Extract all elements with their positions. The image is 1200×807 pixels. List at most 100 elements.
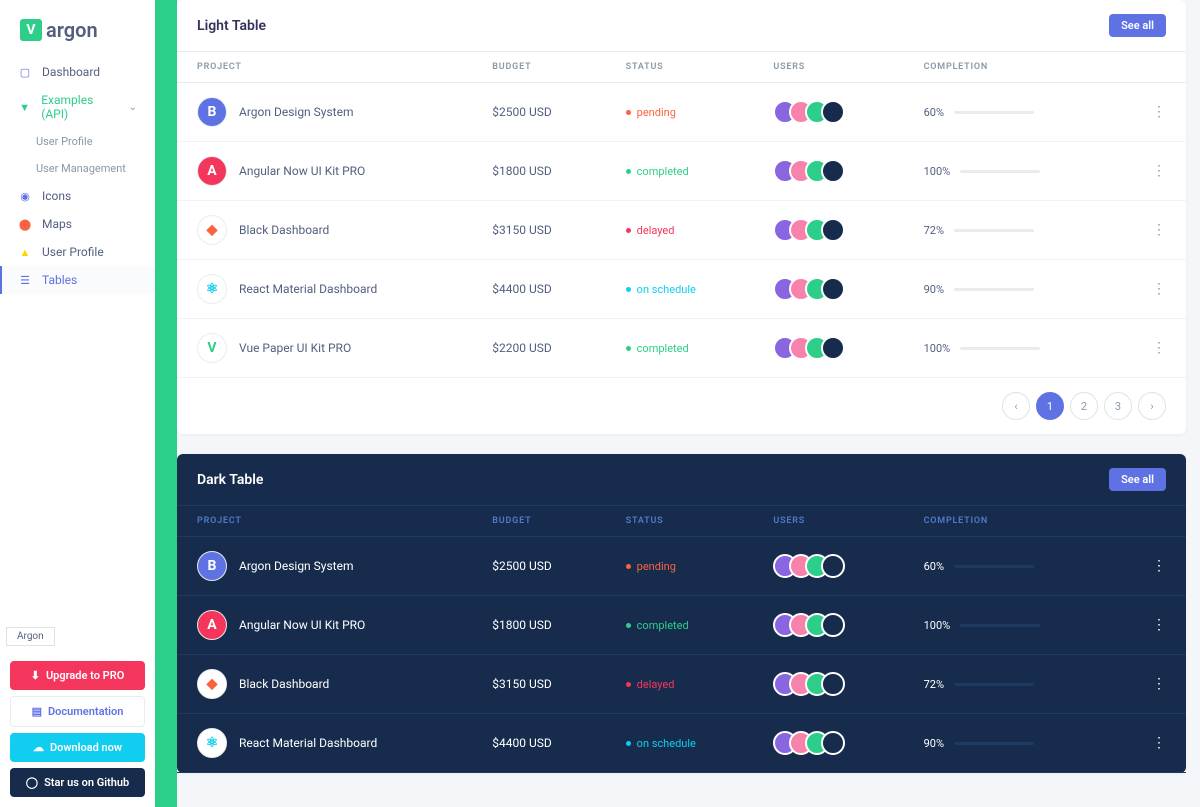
- nav-dashboard[interactable]: ▢Dashboard: [0, 58, 155, 86]
- page-next[interactable]: ›: [1138, 392, 1166, 420]
- status-text: completed: [637, 619, 689, 632]
- sidebar: V argon ▢Dashboard ▼Examples (API)⌄ User…: [0, 0, 155, 807]
- download-icon: ⬇: [31, 669, 40, 682]
- col-completion: COMPLETION: [904, 506, 1114, 537]
- brand-logo[interactable]: V argon: [0, 10, 155, 58]
- users-cell: [773, 731, 883, 755]
- nav-list: ▢Dashboard ▼Examples (API)⌄ User Profile…: [0, 58, 155, 651]
- nav-icons[interactable]: ◉Icons: [0, 182, 155, 210]
- table-row: B Argon Design System $2500 USD pending …: [177, 83, 1186, 142]
- row-actions[interactable]: ⋮: [1114, 201, 1186, 260]
- col-project: PROJECT: [177, 52, 472, 83]
- page-prev[interactable]: ‹: [1002, 392, 1030, 420]
- avatar: [821, 100, 845, 124]
- download-button[interactable]: ☁Download now: [10, 733, 145, 762]
- table-row: A Angular Now UI Kit PRO $1800 USD compl…: [177, 596, 1186, 655]
- page-1[interactable]: 1: [1036, 392, 1064, 420]
- col-budget: BUDGET: [472, 52, 605, 83]
- user-icon: ▲: [18, 245, 32, 259]
- budget-cell: $1800 USD: [472, 142, 605, 201]
- budget-cell: $4400 USD: [472, 714, 605, 773]
- status-cell: pending: [626, 560, 734, 573]
- nav-examples[interactable]: ▼Examples (API)⌄: [0, 86, 155, 128]
- completion-cell: 72%: [924, 678, 1094, 691]
- progress-bar: [960, 347, 1040, 350]
- project-cell: A Angular Now UI Kit PRO: [197, 156, 452, 186]
- list-icon: ☰: [18, 273, 32, 287]
- row-actions[interactable]: ⋮: [1114, 537, 1186, 596]
- dark-table-title: Dark Table: [197, 472, 263, 488]
- completion-pct: 90%: [924, 283, 944, 296]
- docs-button[interactable]: ▤Documentation: [10, 696, 145, 727]
- col-status: STATUS: [606, 52, 754, 83]
- row-actions[interactable]: ⋮: [1114, 260, 1186, 319]
- dark-table-card: Dark Table See all PROJECT BUDGET STATUS…: [177, 454, 1186, 773]
- status-cell: on schedule: [626, 283, 734, 296]
- nav-tables[interactable]: ☰Tables: [0, 266, 155, 294]
- footer-tag: Argon: [6, 627, 55, 646]
- progress-bar: [954, 229, 1034, 232]
- completion-pct: 100%: [924, 165, 951, 178]
- row-actions[interactable]: ⋮: [1114, 655, 1186, 714]
- project-cell: B Argon Design System: [197, 551, 452, 581]
- project-cell: ◆ Black Dashboard: [197, 215, 452, 245]
- completion-cell: 72%: [924, 224, 1094, 237]
- nav-user-profile-sub[interactable]: User Profile: [0, 128, 155, 155]
- completion-cell: 60%: [924, 560, 1094, 573]
- main-content: Light Table See all PROJECT BUDGET STATU…: [177, 0, 1200, 807]
- status-dot-icon: [626, 169, 631, 174]
- status-dot-icon: [626, 741, 631, 746]
- budget-cell: $2500 USD: [472, 537, 605, 596]
- project-name: Black Dashboard: [239, 223, 329, 237]
- avatar: [821, 554, 845, 578]
- status-text: delayed: [637, 224, 675, 237]
- nav-user-management[interactable]: User Management: [0, 155, 155, 182]
- col-users: USERS: [753, 52, 903, 83]
- table-row: V Vue Paper UI Kit PRO $2200 USD complet…: [177, 319, 1186, 378]
- status-dot-icon: [626, 682, 631, 687]
- nav-maps[interactable]: ⬤Maps: [0, 210, 155, 238]
- github-button[interactable]: ◯Star us on Github: [10, 768, 145, 797]
- row-actions[interactable]: ⋮: [1114, 142, 1186, 201]
- budget-cell: $2200 USD: [472, 319, 605, 378]
- completion-pct: 90%: [924, 737, 944, 750]
- dark-table: PROJECT BUDGET STATUS USERS COMPLETION B…: [177, 506, 1186, 773]
- budget-cell: $2500 USD: [472, 83, 605, 142]
- avatar: [821, 672, 845, 696]
- project-name: React Material Dashboard: [239, 736, 377, 750]
- file-icon: ▤: [32, 705, 42, 718]
- status-dot-icon: [626, 228, 631, 233]
- see-all-button[interactable]: See all: [1109, 468, 1166, 491]
- row-actions[interactable]: ⋮: [1114, 714, 1186, 773]
- status-dot-icon: [626, 287, 631, 292]
- pagination: ‹ 1 2 3 ›: [177, 378, 1186, 434]
- light-table-card: Light Table See all PROJECT BUDGET STATU…: [177, 0, 1186, 434]
- page-3[interactable]: 3: [1104, 392, 1132, 420]
- row-actions[interactable]: ⋮: [1114, 319, 1186, 378]
- status-dot-icon: [626, 564, 631, 569]
- col-users: USERS: [753, 506, 903, 537]
- project-icon: ⚛: [197, 728, 227, 758]
- row-actions[interactable]: ⋮: [1114, 596, 1186, 655]
- completion-cell: 100%: [924, 165, 1094, 178]
- progress-bar: [960, 170, 1040, 173]
- table-row: B Argon Design System $2500 USD pending …: [177, 537, 1186, 596]
- users-cell: [773, 613, 883, 637]
- completion-cell: 90%: [924, 283, 1094, 296]
- status-cell: delayed: [626, 224, 734, 237]
- users-cell: [773, 218, 883, 242]
- upgrade-button[interactable]: ⬇Upgrade to PRO: [10, 661, 145, 690]
- row-actions[interactable]: ⋮: [1114, 83, 1186, 142]
- avatar: [821, 731, 845, 755]
- budget-cell: $3150 USD: [472, 655, 605, 714]
- see-all-button[interactable]: See all: [1109, 14, 1166, 37]
- avatar: [821, 277, 845, 301]
- nav-user-profile[interactable]: ▲User Profile: [0, 238, 155, 266]
- page-2[interactable]: 2: [1070, 392, 1098, 420]
- status-text: on schedule: [637, 737, 696, 750]
- avatar: [821, 613, 845, 637]
- project-name: Argon Design System: [239, 559, 353, 573]
- users-cell: [773, 100, 883, 124]
- table-row: ◆ Black Dashboard $3150 USD delayed 72% …: [177, 655, 1186, 714]
- col-completion: COMPLETION: [904, 52, 1114, 83]
